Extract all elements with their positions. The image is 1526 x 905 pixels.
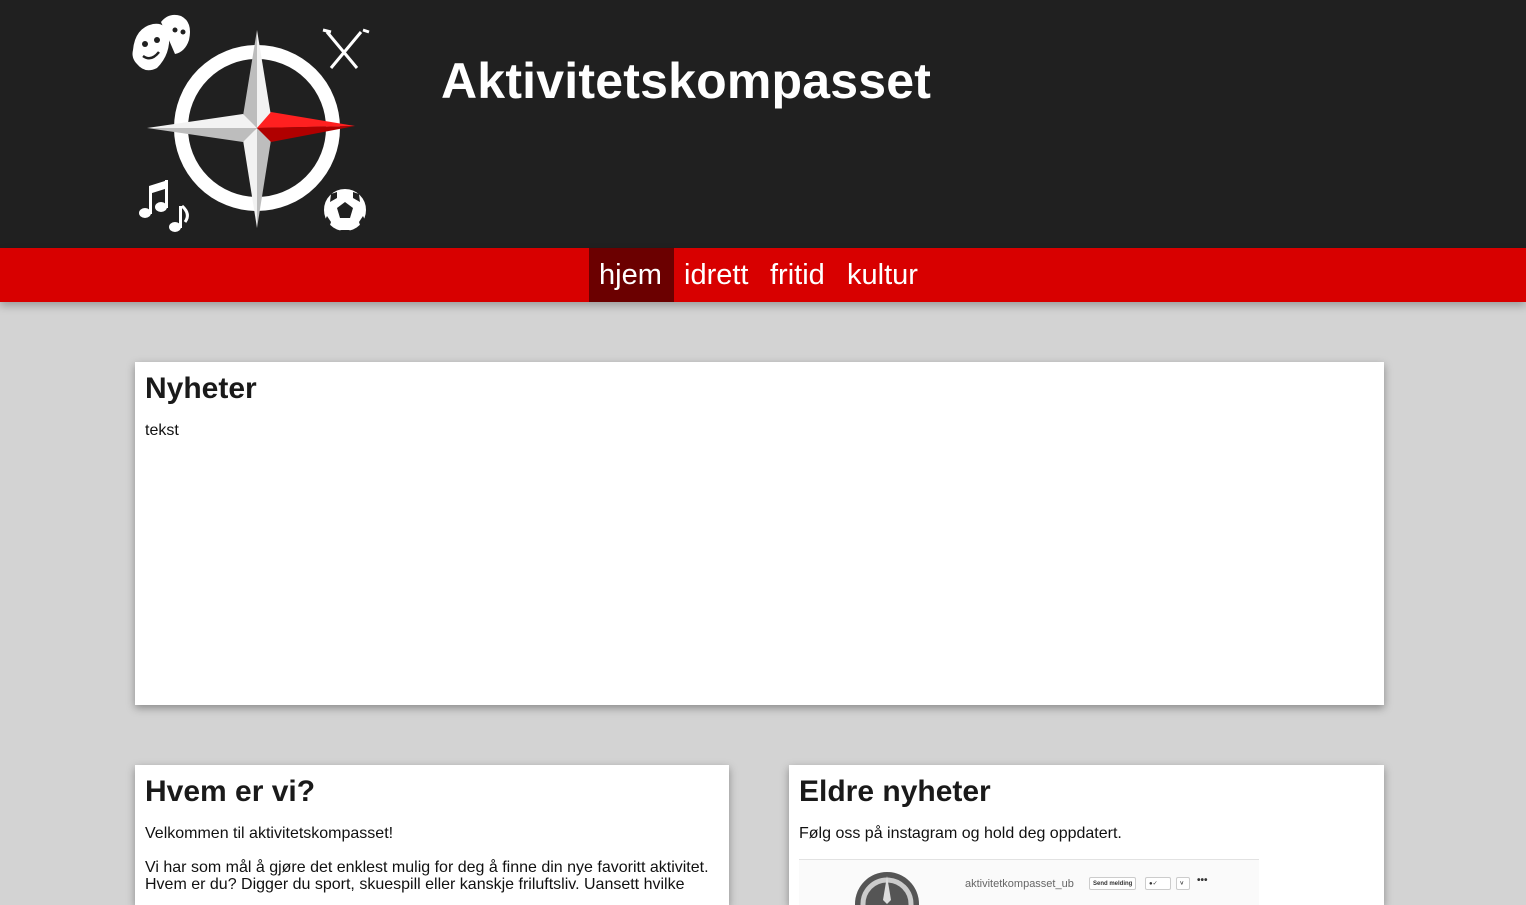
music-notes-icon [139, 180, 189, 232]
main-nav: hjem idrett fritid kultur [0, 248, 1526, 302]
site-header: Aktivitetskompasset [0, 0, 1526, 248]
older-news-title: Eldre nyheter [799, 775, 991, 808]
about-welcome: Velkommen til aktivitetskompasset! [145, 825, 394, 842]
compass-logo-icon[interactable] [125, 10, 375, 240]
compass-avatar-icon [860, 876, 914, 905]
hockey-sticks-icon [322, 28, 370, 69]
instagram-follow-text: Følg oss på instagram og hold deg oppdat… [799, 825, 1122, 842]
instagram-message-button[interactable]: Send melding [1089, 877, 1137, 890]
about-title: Hvem er vi? [145, 775, 316, 808]
theater-masks-icon [132, 14, 190, 71]
instagram-avatar [855, 872, 919, 905]
more-options-icon[interactable]: ••• [1197, 875, 1208, 886]
news-card: Nyheter tekst [135, 362, 1384, 705]
chevron-down-icon[interactable]: ˅ [1176, 877, 1190, 890]
instagram-preview[interactable]: aktivitetkompasset_ub Send melding ●✓ ˅ … [799, 859, 1259, 905]
instagram-follow-button[interactable]: ●✓ [1145, 877, 1171, 890]
soccer-ball-icon [322, 187, 368, 233]
nav-item-hjem[interactable]: hjem [589, 248, 674, 302]
instagram-username: aktivitetkompasset_ub [965, 878, 1074, 890]
nav-item-fritid[interactable]: fritid [760, 248, 835, 302]
older-news-card: Eldre nyheter Følg oss på instagram og h… [789, 765, 1384, 905]
nav-item-idrett[interactable]: idrett [674, 248, 758, 302]
news-body: tekst [145, 422, 179, 439]
about-intro: Vi har som mål å gjøre det enklest mulig… [145, 859, 709, 893]
about-card: Hvem er vi? Velkommen til aktivitetskomp… [135, 765, 729, 905]
news-title: Nyheter [145, 372, 257, 405]
nav-item-kultur[interactable]: kultur [837, 248, 928, 302]
site-title: Aktivitetskompasset [441, 53, 932, 109]
